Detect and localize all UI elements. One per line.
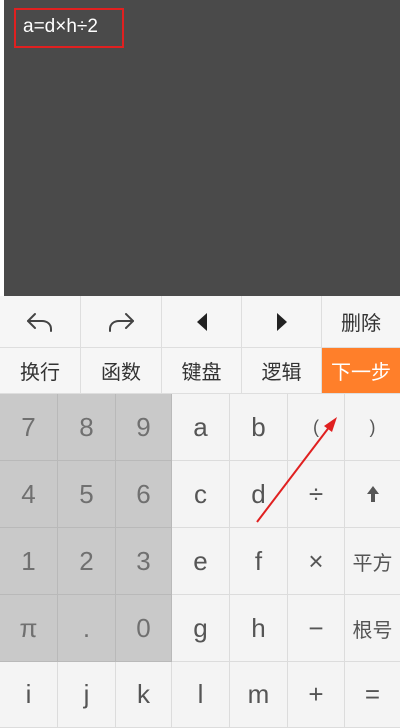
key-3-3[interactable]: g <box>172 595 230 662</box>
key-0-6[interactable]: ) <box>345 394 400 461</box>
tab-newline[interactable]: 换行 <box>0 348 81 394</box>
key-4-3[interactable]: l <box>172 662 230 728</box>
key-2-2[interactable]: 3 <box>116 528 172 595</box>
key-2-3[interactable]: e <box>172 528 230 595</box>
key-2-5[interactable]: × <box>288 528 345 595</box>
cursor-right-button[interactable] <box>242 296 322 348</box>
key-2-0[interactable]: 1 <box>0 528 58 595</box>
keyboard-panel: 删除 换行 函数 键盘 逻辑 下一步 7 8 9 a b() 4 5 6 c d ÷ 1 2 3 e f × 平方… <box>0 296 400 728</box>
formula-text[interactable]: a=d×h÷2 <box>14 8 124 48</box>
next-step-button[interactable]: 下一步 <box>322 348 400 394</box>
tab-logic[interactable]: 逻辑 <box>242 348 322 394</box>
key-3-6[interactable]: 根号 <box>345 595 400 662</box>
formula-editor[interactable]: a=d×h÷2 <box>4 0 400 296</box>
redo-button[interactable] <box>81 296 162 348</box>
key-2-1[interactable]: 2 <box>58 528 116 595</box>
key-0-4[interactable]: b <box>230 394 288 461</box>
key-3-1[interactable]: . <box>58 595 116 662</box>
key-3-5[interactable]: − <box>288 595 345 662</box>
undo-icon <box>25 310 55 334</box>
delete-button[interactable]: 删除 <box>322 296 400 348</box>
key-4-1[interactable]: j <box>58 662 116 728</box>
key-0-2[interactable]: 9 <box>116 394 172 461</box>
key-1-2[interactable]: 6 <box>116 461 172 528</box>
key-shift[interactable] <box>345 461 400 528</box>
caret-left-icon <box>194 312 210 332</box>
key-1-3[interactable]: c <box>172 461 230 528</box>
key-1-1[interactable]: 5 <box>58 461 116 528</box>
key-0-5[interactable]: ( <box>288 394 345 461</box>
key-1-4[interactable]: d <box>230 461 288 528</box>
tab-keyboard[interactable]: 键盘 <box>162 348 242 394</box>
key-2-4[interactable]: f <box>230 528 288 595</box>
key-0-3[interactable]: a <box>172 394 230 461</box>
key-0-0[interactable]: 7 <box>0 394 58 461</box>
key-3-0[interactable]: π <box>0 595 58 662</box>
up-arrow-icon <box>366 485 380 503</box>
key-4-5[interactable]: + <box>288 662 345 728</box>
tab-functions[interactable]: 函数 <box>81 348 162 394</box>
key-1-5[interactable]: ÷ <box>288 461 345 528</box>
caret-right-icon <box>274 312 290 332</box>
key-4-2[interactable]: k <box>116 662 172 728</box>
redo-icon <box>106 310 136 334</box>
key-1-0[interactable]: 4 <box>0 461 58 528</box>
key-4-0[interactable]: i <box>0 662 58 728</box>
key-3-2[interactable]: 0 <box>116 595 172 662</box>
cursor-left-button[interactable] <box>162 296 242 348</box>
key-4-6[interactable]: = <box>345 662 400 728</box>
key-0-1[interactable]: 8 <box>58 394 116 461</box>
key-2-6[interactable]: 平方 <box>345 528 400 595</box>
key-4-4[interactable]: m <box>230 662 288 728</box>
key-3-4[interactable]: h <box>230 595 288 662</box>
undo-button[interactable] <box>0 296 81 348</box>
